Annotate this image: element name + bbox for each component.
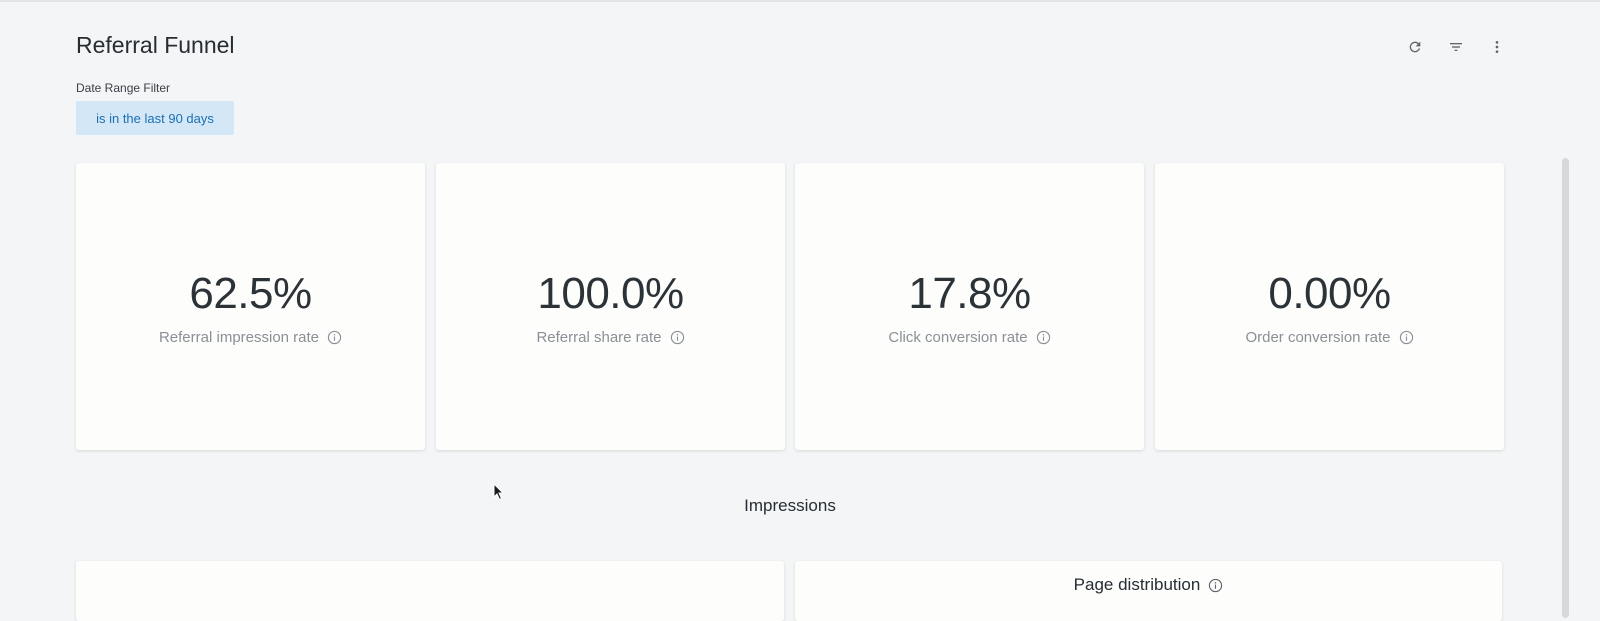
more-options-button[interactable] — [1484, 34, 1510, 60]
kpi-card-click-conversion-rate: 17.8% Click conversion rate — [795, 163, 1144, 450]
section-title-impressions: Impressions — [744, 496, 836, 515]
dashboard-page: Referral Funnel Date Range Filter is in … — [0, 0, 1600, 621]
kpi-card-referral-impression-rate: 62.5% Referral impression rate — [76, 163, 425, 450]
refresh-button[interactable] — [1402, 34, 1428, 60]
kpi-label: Referral impression rate — [158, 329, 320, 346]
kpi-card-referral-share-rate: 100.0% Referral share rate — [436, 163, 785, 450]
page-distribution-panel: Page distribution — [795, 561, 1502, 621]
mouse-cursor-icon — [493, 483, 505, 501]
filter-icon — [1450, 43, 1462, 51]
panel-title: Page distribution — [795, 575, 1502, 595]
kpi-value: 100.0% — [537, 269, 684, 318]
more-vertical-icon — [1495, 41, 1499, 53]
kpi-caption: Click conversion rate — [795, 329, 1144, 346]
panel-title-label: Page distribution — [1073, 575, 1201, 594]
kpi-caption: Order conversion rate — [1155, 329, 1504, 346]
vertical-scrollbar[interactable] — [1562, 158, 1569, 618]
date-range-filter-label: Date Range Filter — [76, 81, 171, 95]
refresh-icon — [1409, 41, 1421, 53]
top-border — [0, 0, 1600, 2]
kpi-value: 17.8% — [908, 269, 1031, 318]
info-icon[interactable] — [1208, 578, 1223, 593]
kpi-caption: Referral impression rate — [76, 329, 425, 346]
filter-button[interactable] — [1443, 34, 1469, 60]
kpi-label: Order conversion rate — [1245, 329, 1391, 346]
kpi-label: Click conversion rate — [888, 329, 1028, 346]
info-icon[interactable] — [1399, 330, 1414, 345]
page-title: Referral Funnel — [76, 32, 235, 58]
info-icon[interactable] — [327, 330, 342, 345]
date-range-filter-chip[interactable]: is in the last 90 days — [76, 101, 234, 135]
kpi-card-order-conversion-rate: 0.00% Order conversion rate — [1155, 163, 1504, 450]
kpi-value: 62.5% — [189, 269, 312, 318]
info-icon[interactable] — [670, 330, 685, 345]
kpi-value: 0.00% — [1268, 269, 1391, 318]
impressions-panel — [76, 561, 784, 621]
kpi-caption: Referral share rate — [436, 329, 785, 346]
kpi-label: Referral share rate — [536, 329, 662, 346]
info-icon[interactable] — [1036, 330, 1051, 345]
header-toolbar — [1402, 34, 1525, 60]
